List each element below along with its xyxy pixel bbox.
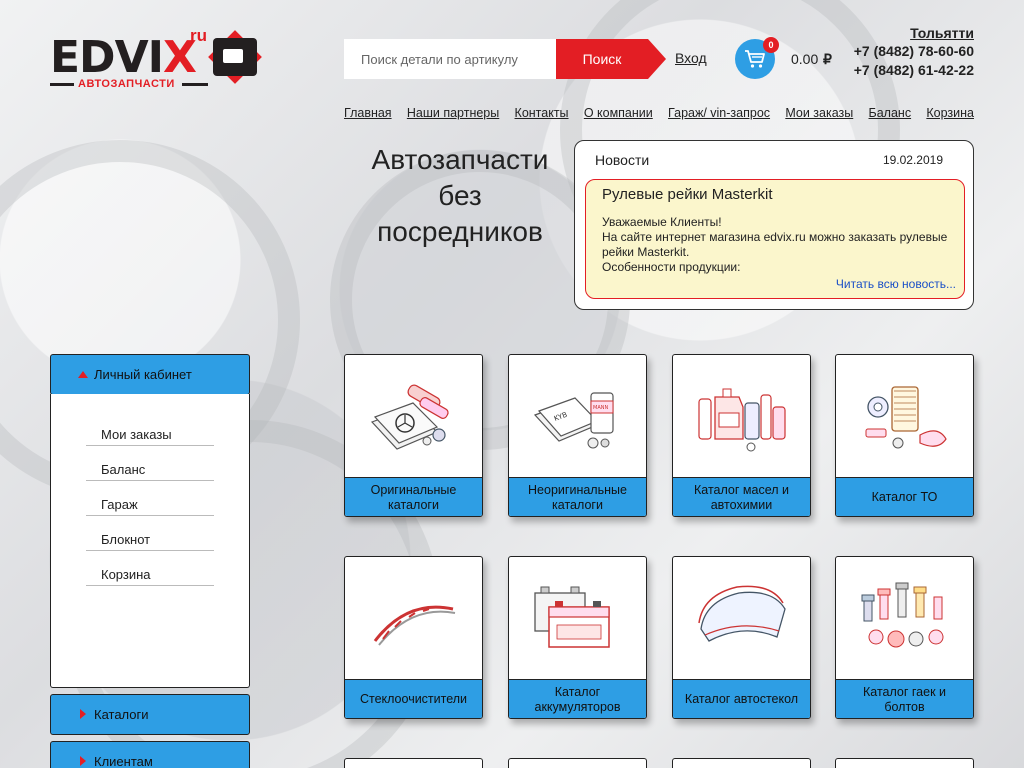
cart-count-badge: 0 — [763, 37, 779, 53]
nav-home[interactable]: Главная — [344, 106, 392, 120]
search-button[interactable]: Поиск — [556, 39, 648, 79]
tile-partial[interactable] — [508, 758, 647, 768]
oil-chemicals-icon — [698, 388, 786, 452]
expand-arrow-icon — [80, 756, 86, 766]
sidebar-item-notepad[interactable]: Блокнот — [86, 526, 214, 551]
login-link[interactable]: Вход — [675, 50, 707, 66]
tile-label: Неоригинальные каталоги — [509, 477, 646, 516]
news-read-more-link[interactable]: Читать всю новость... — [836, 277, 956, 291]
sidebar-item-my-orders[interactable]: Мои заказы — [86, 421, 214, 446]
cart-icon — [745, 50, 765, 68]
tile-label: Каталог масел и автохимии — [673, 477, 810, 516]
tile-oils-chemicals[interactable]: Каталог масел и автохимии — [672, 354, 811, 517]
news-headline[interactable]: Рулевые рейки Masterkit — [602, 186, 773, 203]
logo-wordmark: EDVIX — [50, 32, 197, 83]
tile-maintenance[interactable]: Каталог ТО — [835, 354, 974, 517]
battery-icon — [534, 586, 610, 648]
tile-wipers[interactable]: Стеклоочистители — [344, 556, 483, 719]
sidebar-cabinet-header[interactable]: Личный кабинет — [50, 354, 250, 395]
tile-batteries[interactable]: Каталог аккумуляторов — [508, 556, 647, 719]
tile-aftermarket-catalogs[interactable]: KYB MANN Неоригинальные каталоги — [508, 354, 647, 517]
maintenance-parts-icon — [865, 386, 947, 449]
nav-about[interactable]: О компании — [584, 106, 653, 120]
tile-label: Каталог ТО — [836, 477, 973, 516]
news-date: 19.02.2019 — [882, 153, 943, 167]
search-input[interactable] — [344, 39, 556, 79]
main-nav: Главная Наши партнеры Контакты О компани… — [344, 106, 974, 120]
nav-contacts[interactable]: Контакты — [515, 106, 569, 120]
slogan: Автозапчасти без посредников — [371, 144, 549, 247]
tile-label: Стеклоочистители — [345, 679, 482, 718]
cart-sum: 0.00 — [791, 51, 819, 67]
collapse-arrow-icon — [78, 371, 88, 378]
logo-subtitle: АВТОЗАПЧАСТИ — [78, 78, 175, 90]
nav-partners[interactable]: Наши партнеры — [407, 106, 499, 120]
tile-windshields[interactable]: Каталог автостекол — [672, 556, 811, 719]
tile-partial[interactable] — [344, 758, 483, 768]
nav-my-orders[interactable]: Мои заказы — [785, 106, 853, 120]
search-button-arrow — [648, 39, 666, 79]
tile-label: Каталог гаек и болтов — [836, 679, 973, 718]
wiper-blade-icon — [373, 605, 456, 646]
sidebar-cabinet-panel: Мои заказы Баланс Гараж Блокнот Корзина — [50, 394, 250, 688]
nav-cart[interactable]: Корзина — [926, 106, 974, 120]
sidebar-item-cart[interactable]: Корзина — [86, 561, 214, 586]
news-body: Уважаемые Клиенты! На сайте интернет маг… — [602, 215, 948, 274]
sidebar-item-balance[interactable]: Баланс — [86, 456, 214, 481]
tile-partial[interactable] — [835, 758, 974, 768]
nav-garage-vin[interactable]: Гараж/ vin-запрос — [668, 106, 770, 120]
tile-original-catalogs[interactable]: Оригинальные каталоги — [344, 354, 483, 517]
expand-arrow-icon — [80, 709, 86, 719]
sidebar-item-garage[interactable]: Гараж — [86, 491, 214, 516]
windshield-icon — [698, 585, 786, 642]
tile-label: Каталог аккумуляторов — [509, 679, 646, 718]
phone-2: +7 (8482) 61-42-22 — [853, 62, 974, 78]
nav-balance[interactable]: Баланс — [869, 106, 912, 120]
svg-text:MANN: MANN — [593, 405, 608, 411]
sidebar-clients-header[interactable]: Клиентам — [50, 741, 250, 768]
tile-label: Оригинальные каталоги — [345, 477, 482, 516]
nuts-bolts-icon — [861, 582, 944, 648]
engine-icon — [213, 38, 257, 76]
logo-ru: ru — [190, 26, 207, 45]
news-item: Рулевые рейки Masterkit Уважаемые Клиент… — [585, 179, 965, 299]
tile-label: Каталог автостекол — [673, 679, 810, 718]
city-link[interactable]: Тольятти — [910, 25, 974, 41]
news-panel: Новости 19.02.2019 Рулевые рейки Masterk… — [574, 140, 974, 310]
site-logo[interactable]: EDVIX ru АВТОЗАПЧАСТИ — [50, 26, 262, 94]
aftermarket-catalog-icon: KYB MANN — [533, 392, 614, 449]
news-title: Новости — [595, 152, 650, 168]
original-catalog-icon — [370, 384, 449, 450]
sidebar-catalogs-header[interactable]: Каталоги — [50, 694, 250, 735]
tile-nuts-bolts[interactable]: Каталог гаек и болтов — [835, 556, 974, 719]
tile-partial[interactable] — [672, 758, 811, 768]
cart-currency: ₽ — [823, 51, 832, 67]
phone-1: +7 (8482) 78-60-60 — [853, 43, 974, 59]
